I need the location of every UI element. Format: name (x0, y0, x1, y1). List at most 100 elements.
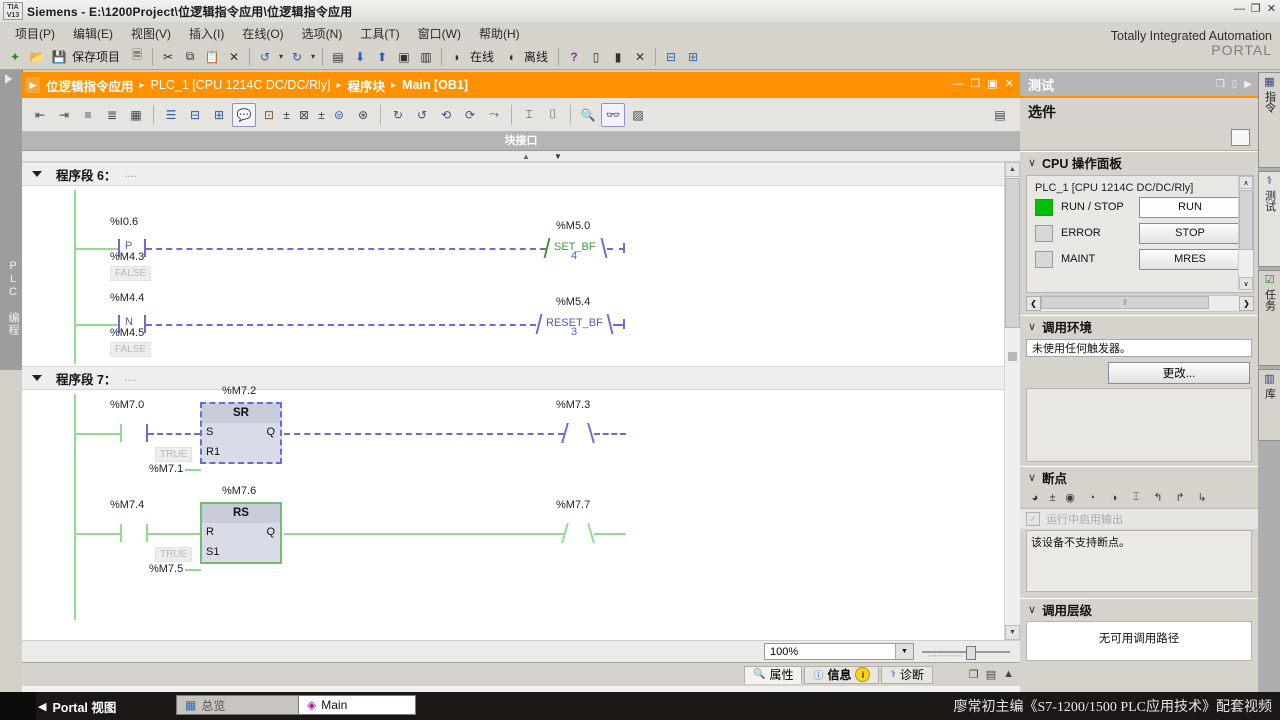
network-6-collapse-icon[interactable] (32, 171, 42, 177)
network-7-body[interactable]: %M7.0 %M7.2 SR S Q R1 TRUE %M7.1 %M7.3 %… (22, 385, 1020, 620)
chevron-down-icon[interactable]: ∨ (1024, 471, 1040, 484)
compile-icon[interactable]: ▤ (328, 47, 348, 67)
absolute-operands-dropdown-icon[interactable]: ± (282, 104, 291, 126)
rs-function-block[interactable]: RS R Q S1 (200, 502, 282, 564)
splitter-up-icon[interactable]: ▲ (522, 152, 530, 161)
breadcrumb-project[interactable]: 位逻辑指令应用 (46, 76, 134, 95)
insert-element-icon[interactable]: ≣ (101, 104, 123, 126)
editor-maximize-button[interactable]: ▣ (987, 77, 997, 90)
section-breakpoints-header[interactable]: ∨ 断点 (1020, 467, 1258, 487)
scroll-down-button[interactable]: ▼ (1005, 625, 1020, 640)
split-horizontal-icon[interactable]: ▯ (586, 47, 606, 67)
symbolic-operands-icon[interactable]: ⊠ (293, 104, 315, 126)
expand-networks-icon[interactable]: ⊞ (208, 104, 230, 126)
update-inconsistent-icon[interactable]: ↻ (387, 104, 409, 126)
symbolic-operands-dropdown-icon[interactable]: ± (317, 104, 326, 126)
sr-r1-tag[interactable]: %M7.1 (149, 463, 183, 475)
info-restore-icon[interactable]: ❐ (969, 668, 979, 681)
assignment-list-icon[interactable]: ⤳ (483, 104, 505, 126)
network-6-header[interactable]: 程序段 6： .... (22, 162, 1020, 186)
chevron-down-icon[interactable]: ∨ (1024, 320, 1040, 333)
splitter-down-icon[interactable]: ▼ (554, 152, 562, 161)
rs-s1-tag[interactable]: %M7.5 (149, 563, 183, 575)
breadcrumb-blocks[interactable]: 程序块 (348, 76, 386, 95)
contact-tag-m43[interactable]: %M4.3 (110, 251, 144, 263)
show-comments-icon[interactable]: 💬 (232, 102, 256, 127)
menu-item-project[interactable]: 项目(P) (6, 23, 64, 44)
tab-diagnostics[interactable]: ⚕ 诊断 (881, 665, 933, 684)
no-contact-block[interactable] (120, 524, 148, 542)
coil-tag-m50[interactable]: %M5.0 (556, 220, 590, 232)
redo-dropdown-icon[interactable]: ▾ (309, 47, 317, 67)
canvas-vertical-scrollbar[interactable]: ▲ ▼ (1004, 162, 1020, 640)
menu-item-tools[interactable]: 工具(T) (351, 23, 408, 44)
editor-close-button[interactable]: ✕ (1005, 77, 1014, 90)
paste-icon[interactable]: 📋 (202, 47, 222, 67)
contact-tag-m74[interactable]: %M7.4 (110, 499, 144, 511)
cpu-hscroll-left-button[interactable]: ❮ (1026, 295, 1041, 311)
coil-count[interactable]: 4 (571, 250, 577, 262)
rs-block-tag[interactable]: %M7.6 (222, 485, 256, 497)
download-block-icon[interactable]: ⌷ (542, 104, 564, 126)
toggle-breakpoint-icon[interactable]: ◕ (1026, 489, 1044, 507)
cut-icon[interactable]: ✂ (158, 47, 178, 67)
editor-restore-button[interactable]: ❐ (971, 77, 981, 90)
task-card-float-icon[interactable]: ❐ (1216, 79, 1225, 90)
zoom-slider[interactable]: ''''''''''''''' (922, 644, 1010, 662)
snapshot-icon[interactable]: ▨ (627, 104, 649, 126)
cross-reference-icon[interactable]: ⟲ (435, 104, 457, 126)
breakpoint-dropdown-icon[interactable]: ± (1048, 489, 1057, 507)
sr-function-block[interactable]: SR S Q R1 (200, 402, 282, 464)
run-button[interactable]: RUN (1139, 196, 1241, 218)
block-interface-bar[interactable]: 块接口 (22, 132, 1020, 151)
right-tab-testing[interactable]: ⚕ 测试 (1258, 171, 1280, 267)
save-project-label[interactable]: 保存项目 (72, 48, 120, 65)
contact-tag-m45[interactable]: %M4.5 (110, 327, 144, 339)
upload-icon[interactable]: ⬆ (372, 47, 392, 67)
cpu-scroll-down-button[interactable]: ∨ (1239, 277, 1253, 290)
arrange-vertical-icon[interactable]: ⊞ (683, 47, 703, 67)
editor-extras-icon[interactable]: ▤ (989, 104, 1011, 126)
insert-network-after-icon[interactable]: ⇥ (53, 104, 75, 126)
stop-button[interactable]: STOP (1139, 222, 1241, 244)
change-button[interactable]: 更改... (1108, 362, 1250, 384)
breadcrumb-main[interactable]: Main [OB1] (402, 78, 468, 92)
contact-tag-m70[interactable]: %M7.0 (110, 399, 144, 411)
insert-branch-icon[interactable]: ≡ (77, 104, 99, 126)
print-icon[interactable]: 🗏 (127, 47, 147, 67)
new-project-icon[interactable]: ✦ (5, 47, 25, 67)
coil-tag-m73[interactable]: %M7.3 (556, 399, 590, 411)
menu-item-insert[interactable]: 插入(I) (180, 23, 233, 44)
sr-input-r1[interactable]: R1 (206, 446, 220, 458)
scrollbar-thumb[interactable] (1005, 178, 1020, 328)
monitoring-on-icon[interactable]: 👓 (601, 102, 625, 127)
delete-icon[interactable]: ✕ (224, 47, 244, 67)
save-project-icon[interactable]: 💾 (49, 47, 69, 67)
ladder-canvas[interactable]: 程序段 6： .... %I0.6 P %M4.3 FALSE %M5.0 SE… (22, 162, 1020, 640)
portal-view-button[interactable]: ◀ Portal 视图 (38, 697, 116, 716)
tab-properties[interactable]: 🔍 属性 (744, 665, 803, 684)
coil-tag-m54[interactable]: %M5.4 (556, 296, 590, 308)
step-out-icon[interactable]: ↱ (1171, 489, 1189, 507)
network-7-header[interactable]: 程序段 7： .... (22, 366, 1020, 390)
contact-tag-m44[interactable]: %M4.4 (110, 292, 144, 304)
new-breakpoint-icon[interactable]: ◉ (1061, 489, 1079, 507)
run-to-cursor-icon[interactable]: ↳ (1193, 489, 1211, 507)
cpu-panel-vertical-scrollbar[interactable]: ∧ ∨ (1238, 176, 1253, 290)
scroll-up-button[interactable]: ▲ (1005, 162, 1020, 177)
collapse-networks-icon[interactable]: ⊟ (184, 104, 206, 126)
operand-layout-icon[interactable]: ⊜ (328, 104, 350, 126)
zoom-select[interactable]: 100% ▼ (764, 643, 914, 660)
right-tab-libraries[interactable]: ▥ 库 (1258, 369, 1280, 441)
task-card-dock-icon[interactable]: ▯ (1232, 79, 1238, 90)
search-icon[interactable]: 🔍 (577, 104, 599, 126)
breadcrumb-nav-icon[interactable]: ▶ (26, 77, 40, 93)
undo-dropdown-icon[interactable]: ▾ (277, 47, 285, 67)
chevron-down-icon[interactable]: ∨ (1024, 156, 1040, 169)
menu-item-window[interactable]: 窗口(W) (409, 23, 470, 44)
go-online-label[interactable]: 在线 (470, 48, 494, 65)
cpu-scroll-up-button[interactable]: ∧ (1239, 176, 1253, 189)
chevron-down-icon[interactable]: ∨ (1024, 603, 1040, 616)
right-tab-instructions[interactable]: ▦ 指令 (1258, 72, 1280, 168)
taskbar-tab-main[interactable]: ◈ Main (298, 695, 416, 715)
